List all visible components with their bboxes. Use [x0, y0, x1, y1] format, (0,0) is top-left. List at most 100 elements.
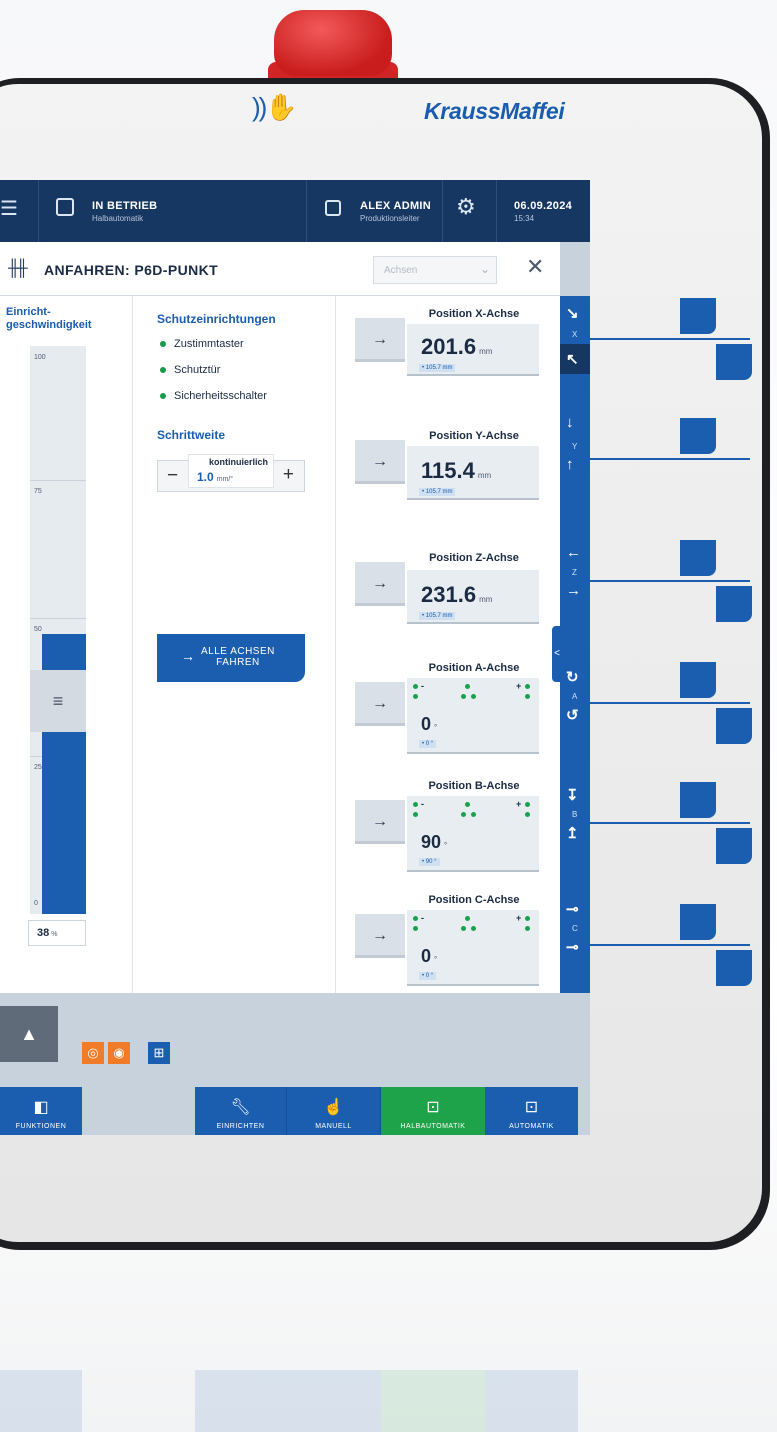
step-increase-button[interactable]: + — [283, 464, 294, 486]
axis-c-goto-button[interactable]: → — [355, 914, 405, 958]
step-decrease-button[interactable]: − — [167, 465, 178, 487]
quick-lamp-icon[interactable]: ◎ — [82, 1042, 104, 1064]
range-dot — [465, 684, 470, 689]
axis-z-position[interactable]: 231.6 mm • 105.7 mm — [407, 570, 539, 624]
jog-x-minus-icon[interactable]: ↖ — [566, 350, 579, 368]
axis-y-target: • 105.7 mm — [419, 488, 456, 496]
speed-gridline — [30, 480, 86, 481]
axis-c-unit: ° — [434, 955, 438, 964]
side-key-c-plus[interactable] — [680, 904, 716, 940]
settings-gear-icon[interactable]: ⚙ — [456, 194, 476, 220]
safety-item: Schutztür — [160, 364, 220, 376]
axis-c-position[interactable]: - + 0 ° • 0 ° — [407, 910, 539, 986]
axis-b-number: 90 — [421, 832, 442, 852]
axis-c-target: • 0 ° — [419, 972, 437, 980]
speed-slider-handle[interactable]: ≡ — [30, 670, 86, 732]
speed-title-line2: geschwindigkeit — [6, 319, 92, 331]
speed-value: 38 — [37, 927, 50, 939]
range-dot — [525, 802, 530, 807]
nav-manual[interactable]: ☝ MANUELL — [287, 1087, 381, 1135]
axis-b-goto-button[interactable]: → — [355, 800, 405, 844]
nav-semi-automatic[interactable]: ⊡ HALBAUTOMATIK — [381, 1087, 485, 1135]
side-key-z-minus[interactable] — [716, 586, 752, 622]
nav-functions[interactable]: ◧ FUNKTIONEN — [0, 1087, 82, 1135]
wrench-icon: 🔧︎ — [230, 1099, 251, 1116]
reflection-setup — [195, 1370, 287, 1432]
speed-title-line1: Einricht- — [6, 306, 51, 318]
side-key-connector — [588, 822, 750, 824]
axis-a-goto-button[interactable]: → — [355, 682, 405, 726]
speed-tick: 100 — [34, 354, 46, 361]
step-value-unit: mm/° — [216, 476, 234, 483]
alarm-warning-button[interactable]: ▲ — [0, 1006, 58, 1062]
side-key-a-minus[interactable] — [716, 708, 752, 744]
side-key-x-minus[interactable] — [716, 344, 752, 380]
range-dot — [471, 812, 476, 817]
column-divider — [132, 296, 133, 993]
minus-marker: - — [421, 681, 424, 691]
close-button[interactable]: ✕ — [526, 256, 544, 278]
jog-y-plus-icon[interactable]: ↓ — [566, 414, 574, 431]
nav-automatic[interactable]: ⊡ AUTOMATIK — [485, 1087, 578, 1135]
quick-heater-icon[interactable]: ◉ — [108, 1042, 130, 1064]
operating-status-title: IN BETRIEB — [92, 200, 158, 212]
user-info[interactable]: ALEX ADMIN Produktionsleiter — [360, 200, 431, 223]
quick-network-icon[interactable]: ⊞ — [148, 1042, 170, 1064]
jog-axis-label: C — [572, 924, 578, 933]
side-key-x-plus[interactable] — [680, 298, 716, 334]
side-key-b-minus[interactable] — [716, 828, 752, 864]
axis-x-position[interactable]: 201.6 mm • 105.7 mm — [407, 324, 539, 376]
side-key-connector — [588, 338, 750, 340]
reflection-automatic — [485, 1370, 578, 1432]
axis-y-position[interactable]: 115.4 mm • 105.7 mm — [407, 446, 539, 500]
jog-c-minus-icon[interactable]: ⊸ — [566, 938, 579, 956]
date: 06.09.2024 — [514, 200, 573, 212]
hamburger-menu-icon[interactable]: ☰ — [0, 196, 18, 221]
status-dot — [160, 393, 166, 400]
nav-manual-label: MANUELL — [315, 1123, 352, 1130]
jog-c-plus-icon[interactable]: ⊸ — [566, 900, 579, 918]
axis-z-target: • 105.7 mm — [419, 612, 456, 620]
minus-marker: - — [421, 799, 424, 809]
axis-z-goto-button[interactable]: → — [355, 562, 405, 606]
side-key-a-plus[interactable] — [680, 662, 716, 698]
axis-b-target: • 90 ° — [419, 858, 440, 866]
user-badge-icon[interactable] — [325, 200, 341, 216]
speed-value-field[interactable]: 38% — [28, 920, 86, 946]
jog-y-minus-icon[interactable]: ↑ — [566, 456, 574, 473]
functions-icon: ◧ — [33, 1099, 49, 1116]
safety-heading: Schutzeinrichtungen — [157, 312, 276, 326]
move-all-axes-button[interactable]: → ALLE ACHSEN FAHREN — [157, 634, 305, 682]
collapse-panel-tab[interactable]: < — [552, 626, 562, 682]
axis-x-title: Position X-Achse — [428, 308, 520, 320]
jog-z-minus-icon[interactable]: → — [566, 582, 581, 599]
axis-z-number: 231.6 — [421, 582, 477, 607]
jog-a-plus-icon[interactable]: ↻ — [566, 668, 579, 686]
axis-b-unit: ° — [444, 841, 448, 850]
automatic-icon: ⊡ — [524, 1099, 539, 1116]
side-key-c-minus[interactable] — [716, 950, 752, 986]
jog-b-minus-icon[interactable]: ↥ — [566, 824, 579, 842]
axis-a-position[interactable]: - + 0 ° • 0 ° — [407, 678, 539, 754]
side-key-y-plus[interactable] — [680, 418, 716, 454]
axis-x-goto-button[interactable]: → — [355, 318, 405, 362]
side-key-connector — [588, 458, 750, 460]
move-all-line2: FAHREN — [216, 657, 260, 668]
jog-z-plus-icon[interactable]: ← — [566, 544, 581, 561]
nav-setup[interactable]: 🔧︎ EINRICHTEN — [195, 1087, 287, 1135]
axes-select[interactable]: Achsen ⌄ — [373, 256, 497, 284]
side-key-b-plus[interactable] — [680, 782, 716, 818]
range-dot — [525, 694, 530, 699]
jog-x-plus-icon[interactable]: ↘ — [566, 304, 579, 322]
speed-gridline — [30, 618, 86, 619]
axes-grid-icon: ╫╫ — [8, 260, 28, 277]
operating-status-subtitle: Halbautomatik — [92, 214, 144, 223]
jog-a-minus-icon[interactable]: ↺ — [566, 706, 579, 724]
axis-b-position[interactable]: - + 90 ° • 90 ° — [407, 796, 539, 872]
side-key-z-plus[interactable] — [680, 540, 716, 576]
axis-y-goto-button[interactable]: → — [355, 440, 405, 484]
jog-key-strip: ↘ X ↖ ↓ Y ↑ ← Z → ↻ A ↺ ↧ B ↥ ⊸ C ⊸ — [560, 296, 590, 993]
range-dot — [413, 926, 418, 931]
step-value-field[interactable]: kontinuierlich 1.0 mm/° — [188, 454, 274, 488]
jog-b-plus-icon[interactable]: ↧ — [566, 786, 579, 804]
